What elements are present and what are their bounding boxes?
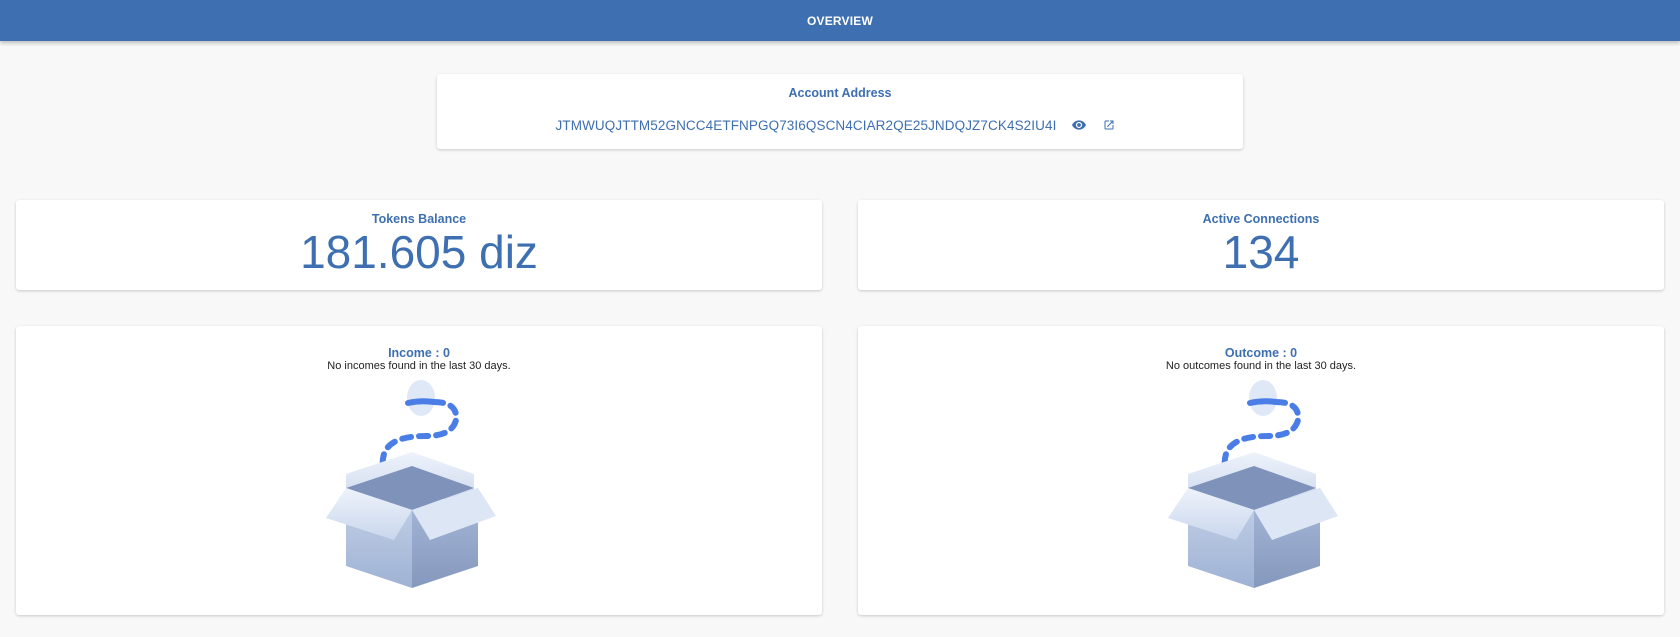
outcome-value: 0 (1290, 346, 1298, 360)
active-connections-card: Active Connections 134 (858, 200, 1664, 290)
empty-box-illustration (326, 380, 496, 588)
outcome-empty-message: No outcomes found in the last 30 days. (1165, 360, 1357, 372)
account-address-row: JTMWUQJTTM52GNCC4ETFNPGQ73I6QSCN4CIAR2QE… (437, 114, 1243, 136)
income-value: 0 (442, 346, 450, 360)
empty-box-illustration (1168, 380, 1338, 588)
active-connections-value: 134 (1222, 226, 1300, 278)
outcome-title: Outcome : 0 (858, 346, 1664, 360)
outcome-separator: : (1279, 346, 1291, 360)
outcome-label: Outcome (1224, 346, 1280, 360)
income-title: Income : 0 (16, 346, 822, 360)
top-app-bar: OVERVIEW (0, 0, 1680, 41)
account-address-card: Account Address JTMWUQJTTM52GNCC4ETFNPGQ… (437, 74, 1243, 149)
active-connections-label: Active Connections (1202, 212, 1320, 226)
account-address-heading: Account Address (788, 86, 892, 100)
account-address-value[interactable]: JTMWUQJTTM52GNCC4ETFNPGQ73I6QSCN4CIAR2QE… (556, 118, 1057, 133)
income-empty-message: No incomes found in the last 30 days. (327, 360, 511, 372)
open-in-explorer-button[interactable] (1094, 114, 1124, 136)
tokens-balance-value: 181.605 diz (300, 226, 538, 278)
income-card: Income : 0 No incomes found in the last … (16, 326, 822, 615)
outcome-card: Outcome : 0 No outcomes found in the las… (858, 326, 1664, 615)
show-address-button[interactable] (1064, 114, 1094, 136)
tokens-balance-label: Tokens Balance (371, 212, 467, 226)
tokens-balance-card: Tokens Balance 181.605 diz (16, 200, 822, 290)
page-title: OVERVIEW (806, 13, 874, 28)
eye-icon (1072, 120, 1087, 130)
open-in-new-icon (1104, 120, 1114, 130)
income-separator: : (431, 346, 443, 360)
income-label: Income (388, 346, 432, 360)
